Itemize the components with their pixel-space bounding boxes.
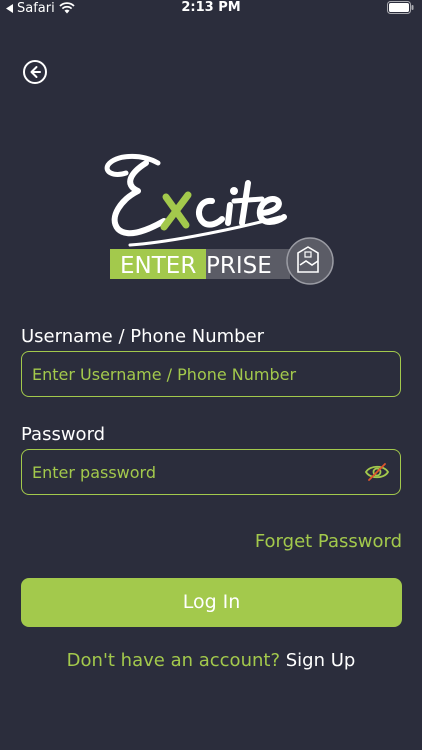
password-field-container bbox=[21, 449, 401, 495]
forgot-password-link[interactable]: Forget Password bbox=[255, 531, 402, 552]
username-input[interactable] bbox=[32, 364, 390, 384]
eye-slash-icon bbox=[364, 463, 390, 481]
back-arrow-icon bbox=[23, 60, 47, 84]
status-time: 2:13 PM bbox=[181, 0, 241, 15]
password-label: Password bbox=[21, 424, 106, 445]
battery-icon bbox=[387, 1, 414, 14]
logo-script-excite bbox=[104, 154, 287, 247]
back-button[interactable] bbox=[22, 59, 48, 85]
app-logo: ENTER PRISE bbox=[100, 125, 340, 290]
status-bar: Safari 2:13 PM bbox=[0, 0, 422, 16]
password-input[interactable] bbox=[32, 462, 364, 482]
logo-word-highlight: ENTER bbox=[120, 253, 196, 279]
logo-word-rest: PRISE bbox=[206, 253, 272, 279]
handshake-building-icon bbox=[286, 237, 334, 285]
login-button[interactable]: Log In bbox=[21, 578, 402, 627]
signup-prompt: Don't have an account? bbox=[66, 650, 280, 671]
password-visibility-toggle[interactable] bbox=[364, 461, 390, 483]
username-field-container bbox=[21, 351, 401, 397]
username-label: Username / Phone Number bbox=[21, 326, 265, 347]
signup-link[interactable]: Sign Up bbox=[286, 650, 356, 671]
signup-row: Don't have an account? Sign Up bbox=[0, 650, 422, 671]
